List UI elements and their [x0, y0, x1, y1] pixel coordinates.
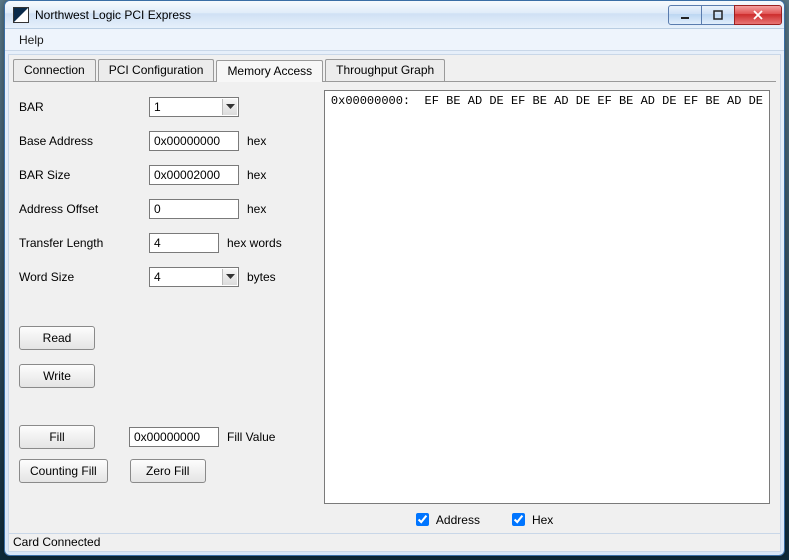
titlebar[interactable]: Northwest Logic PCI Express — [5, 1, 784, 29]
tab-memory-access[interactable]: Memory Access — [216, 60, 323, 82]
bar-label: BAR — [19, 100, 149, 114]
counting-fill-button[interactable]: Counting Fill — [19, 459, 108, 483]
read-button[interactable]: Read — [19, 326, 95, 350]
tab-page-memory-access: BAR Base Address hex BAR Size — [9, 82, 780, 533]
tab-throughput-graph[interactable]: Throughput Graph — [325, 59, 445, 81]
address-offset-unit: hex — [247, 202, 266, 216]
window-buttons — [669, 5, 782, 25]
address-offset-label: Address Offset — [19, 202, 149, 216]
zero-fill-button[interactable]: Zero Fill — [130, 459, 206, 483]
status-text: Card Connected — [13, 535, 100, 549]
word-size-unit: bytes — [247, 270, 276, 284]
hex-output[interactable]: 0x00000000: EF BE AD DE EF BE AD DE EF B… — [324, 90, 770, 504]
hex-checkbox-wrap[interactable]: Hex — [508, 510, 553, 529]
fill-value-label: Fill Value — [227, 430, 275, 444]
write-button[interactable]: Write — [19, 364, 95, 388]
maximize-button[interactable] — [701, 5, 735, 25]
client-area: Connection PCI Configuration Memory Acce… — [8, 54, 781, 552]
bar-size-input[interactable] — [149, 165, 239, 185]
app-icon — [13, 7, 29, 23]
window-title: Northwest Logic PCI Express — [35, 8, 669, 22]
hex-checkbox[interactable] — [512, 513, 525, 526]
hex-checkbox-label: Hex — [532, 513, 553, 527]
app-window: Northwest Logic PCI Express Help Connect… — [4, 0, 785, 556]
word-size-select[interactable] — [149, 267, 239, 287]
word-size-label: Word Size — [19, 270, 149, 284]
bar-select[interactable] — [149, 97, 239, 117]
base-address-label: Base Address — [19, 134, 149, 148]
minimize-button[interactable] — [668, 5, 702, 25]
bar-size-unit: hex — [247, 168, 266, 182]
form-panel: BAR Base Address hex BAR Size — [19, 90, 316, 529]
address-checkbox-label: Address — [436, 513, 480, 527]
close-button[interactable] — [734, 5, 782, 25]
tabstrip: Connection PCI Configuration Memory Acce… — [9, 55, 780, 81]
address-offset-input[interactable] — [149, 199, 239, 219]
base-address-input[interactable] — [149, 131, 239, 151]
status-bar: Card Connected — [9, 533, 780, 551]
menu-help[interactable]: Help — [11, 31, 52, 49]
address-checkbox-wrap[interactable]: Address — [412, 510, 480, 529]
hex-options: Address Hex — [324, 504, 770, 529]
tab-connection[interactable]: Connection — [13, 59, 96, 81]
bar-size-label: BAR Size — [19, 168, 149, 182]
fill-value-input[interactable] — [129, 427, 219, 447]
transfer-length-label: Transfer Length — [19, 236, 149, 250]
transfer-length-input[interactable] — [149, 233, 219, 253]
transfer-length-unit: hex words — [227, 236, 282, 250]
tab-pci-configuration[interactable]: PCI Configuration — [98, 59, 215, 81]
base-address-unit: hex — [247, 134, 266, 148]
menubar: Help — [5, 29, 784, 51]
fill-button[interactable]: Fill — [19, 425, 95, 449]
address-checkbox[interactable] — [416, 513, 429, 526]
